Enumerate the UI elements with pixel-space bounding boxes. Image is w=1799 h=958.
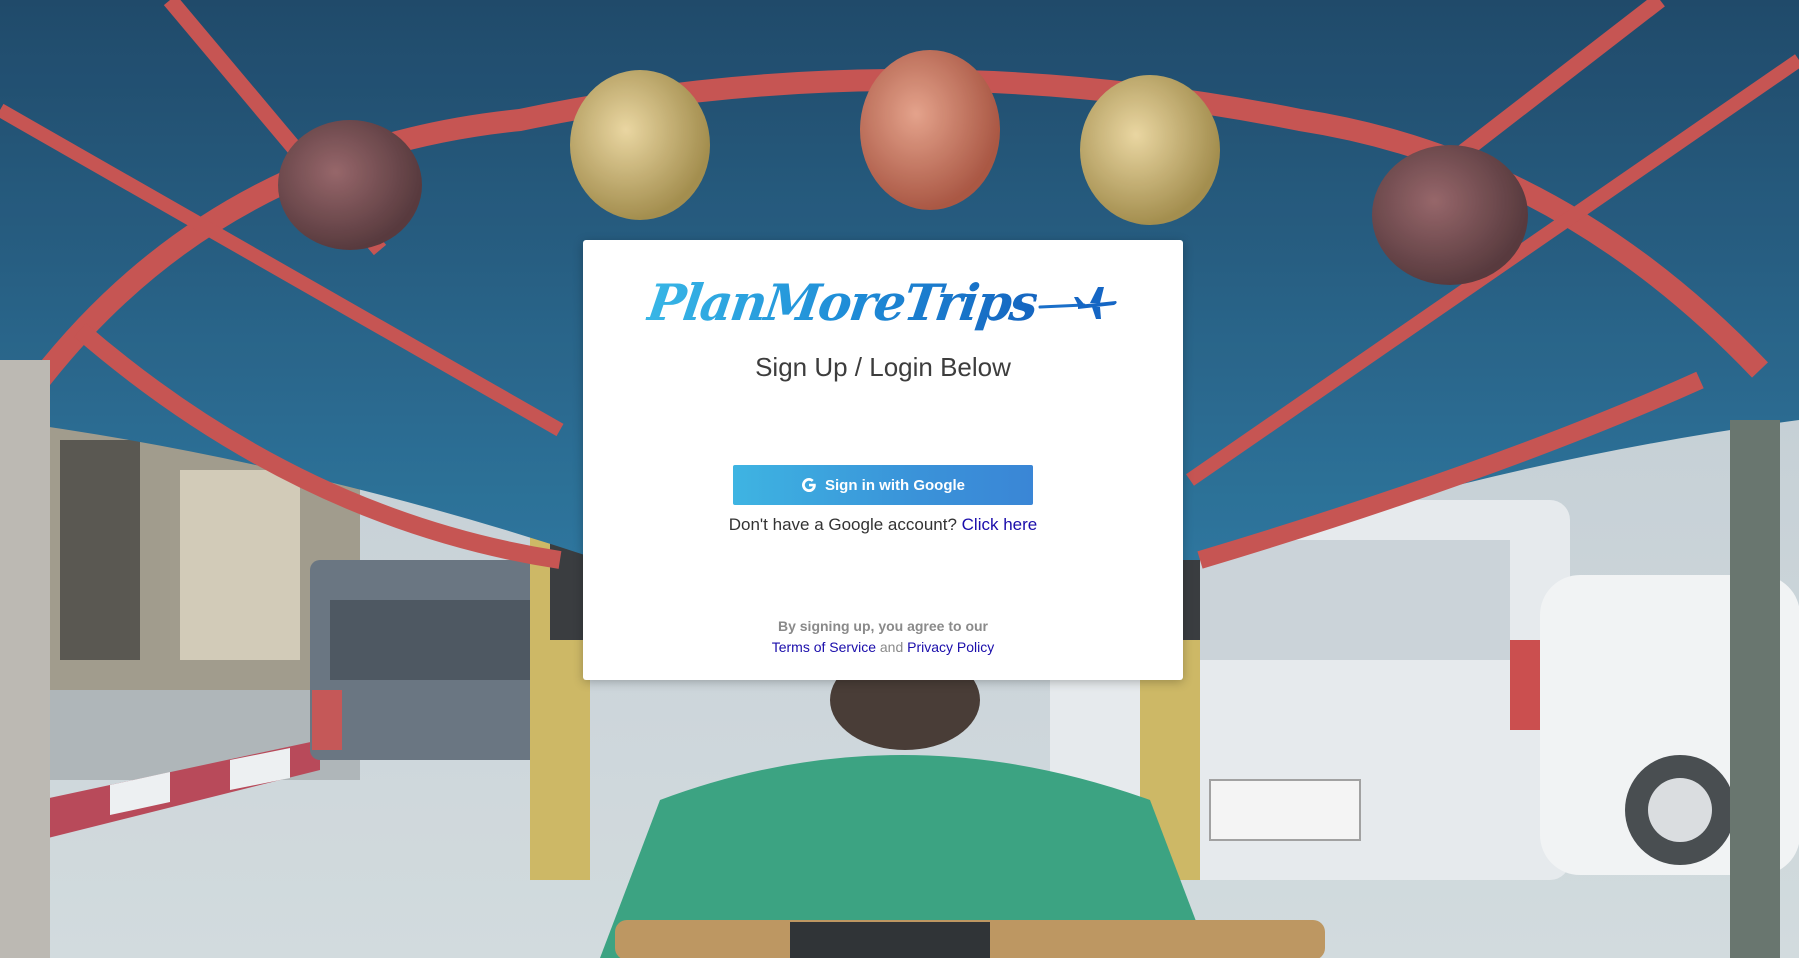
google-sign-in-button[interactable]: Sign in with Google bbox=[733, 465, 1033, 505]
and-text: and bbox=[879, 639, 904, 655]
login-card: PlanMoreTrips Sign Up / Login Below Sign… bbox=[583, 240, 1183, 680]
no-account-prompt: Don't have a Google account? Click here bbox=[583, 515, 1183, 535]
google-sign-in-label: Sign in with Google bbox=[825, 476, 965, 494]
click-here-link[interactable]: Click here bbox=[962, 515, 1038, 534]
airplane-icon bbox=[1038, 283, 1118, 327]
terms-notice: By signing up, you agree to our Terms of… bbox=[583, 616, 1183, 658]
google-g-icon bbox=[801, 477, 817, 493]
page-title: Sign Up / Login Below bbox=[755, 352, 1011, 382]
brand-logo[interactable]: PlanMoreTrips bbox=[583, 266, 1183, 338]
terms-of-service-link[interactable]: Terms of Service bbox=[772, 639, 876, 655]
logo-text: PlanMoreTrips bbox=[643, 272, 1041, 332]
terms-links-line: Terms of Service and Privacy Policy bbox=[583, 637, 1183, 658]
privacy-policy-link[interactable]: Privacy Policy bbox=[907, 639, 994, 655]
no-account-text: Don't have a Google account? bbox=[728, 515, 957, 534]
agreement-text: By signing up, you agree to our bbox=[777, 618, 988, 634]
